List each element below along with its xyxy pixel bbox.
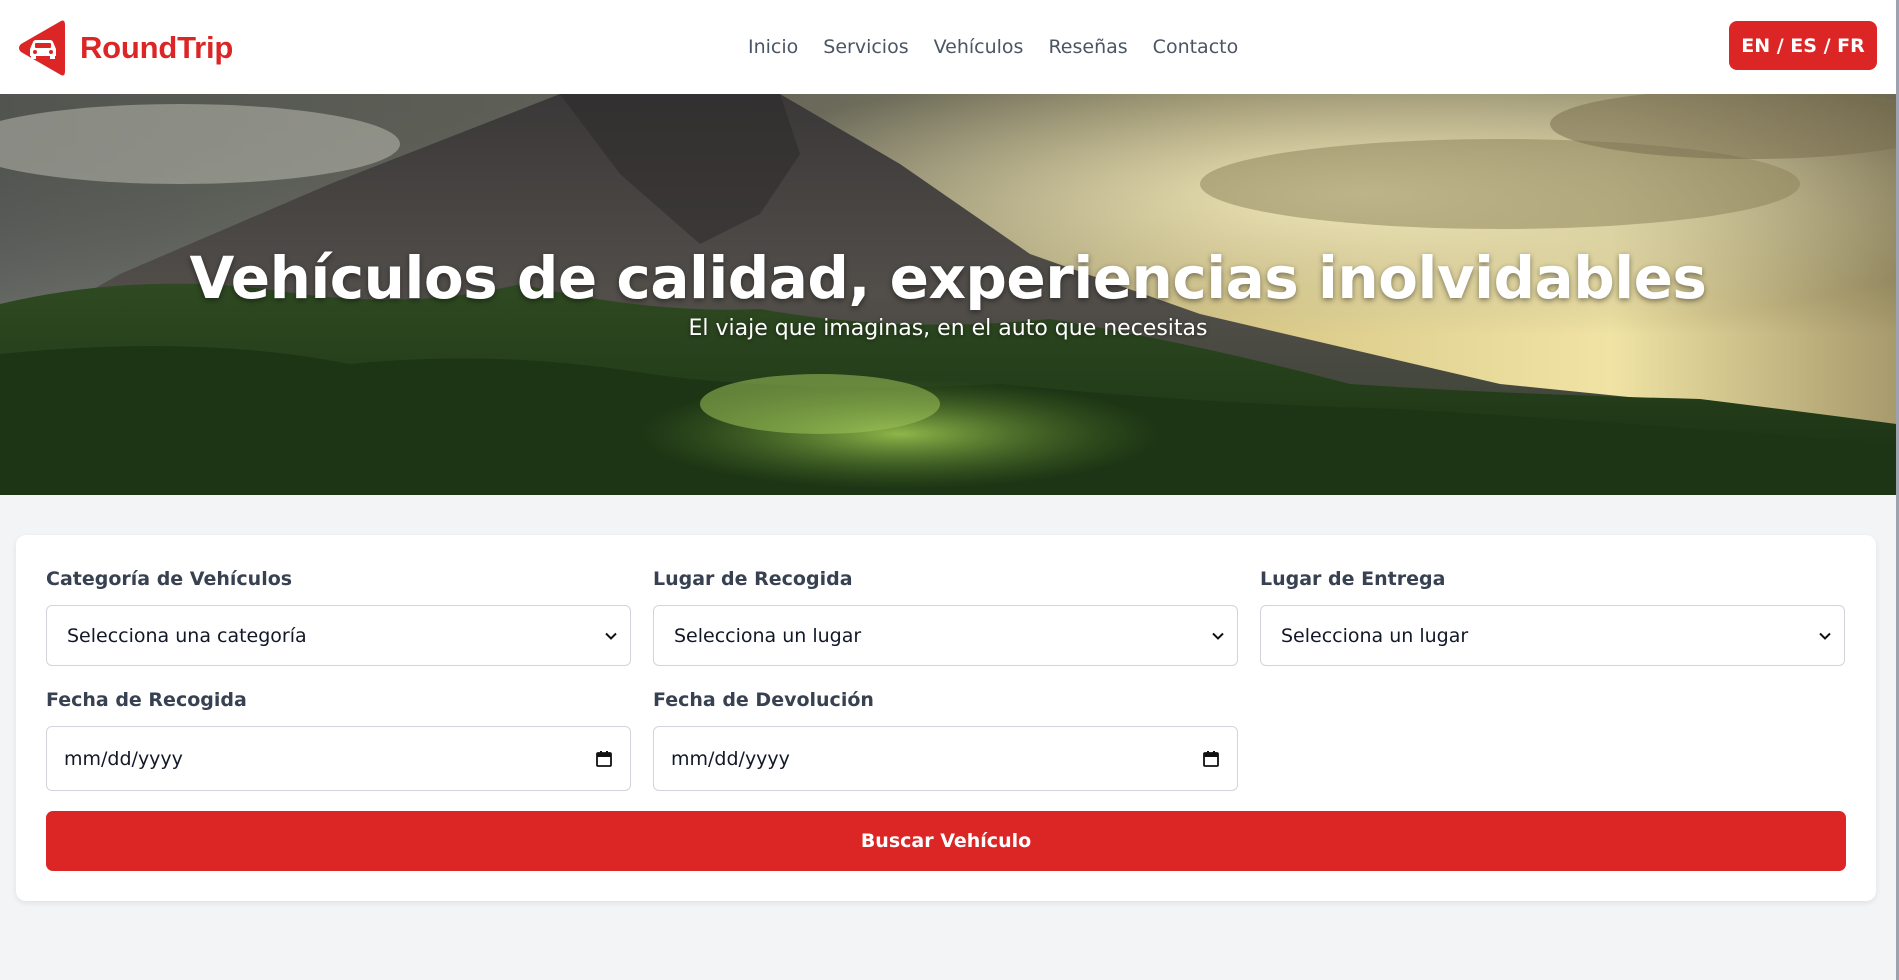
site-header: RoundTrip Inicio Servicios Vehículos Res… bbox=[0, 0, 1899, 94]
hero-banner: Vehículos de calidad, experiencias inolv… bbox=[0, 94, 1896, 495]
dropoff-place-select-value: Selecciona un lugar bbox=[1281, 624, 1469, 647]
calendar-icon[interactable] bbox=[595, 750, 613, 768]
main-nav: Inicio Servicios Vehículos Reseñas Conta… bbox=[748, 32, 1263, 62]
nav-link-servicios[interactable]: Servicios bbox=[823, 32, 908, 62]
return-date-label: Fecha de Devolución bbox=[653, 689, 874, 711]
pickup-date-input[interactable]: mm/dd/yyyy bbox=[46, 726, 631, 791]
nav-link-inicio[interactable]: Inicio bbox=[748, 32, 798, 62]
pickup-date-label: Fecha de Recogida bbox=[46, 689, 247, 711]
hero-title: Vehículos de calidad, experiencias inolv… bbox=[189, 244, 1707, 312]
vehicle-search-form: Categoría de Vehículos Selecciona una ca… bbox=[16, 535, 1876, 901]
pickup-date-placeholder: mm/dd/yyyy bbox=[64, 747, 183, 770]
dropoff-place-label: Lugar de Entrega bbox=[1260, 568, 1446, 590]
chevron-down-icon bbox=[1819, 632, 1831, 640]
category-select-value: Selecciona una categoría bbox=[67, 624, 307, 647]
brand-name: RoundTrip bbox=[80, 30, 234, 65]
search-vehicle-button[interactable]: Buscar Vehículo bbox=[46, 811, 1846, 871]
pickup-place-select-value: Selecciona un lugar bbox=[674, 624, 862, 647]
pickup-place-select[interactable]: Selecciona un lugar bbox=[653, 605, 1238, 666]
hero-subtitle: El viaje que imaginas, en el auto que ne… bbox=[688, 316, 1208, 341]
dropoff-place-select[interactable]: Selecciona un lugar bbox=[1260, 605, 1845, 666]
calendar-icon[interactable] bbox=[1202, 750, 1220, 768]
return-date-placeholder: mm/dd/yyyy bbox=[671, 747, 790, 770]
category-select[interactable]: Selecciona una categoría bbox=[46, 605, 631, 666]
logo[interactable]: RoundTrip bbox=[17, 19, 233, 77]
category-label: Categoría de Vehículos bbox=[46, 568, 293, 590]
pickup-place-label: Lugar de Recogida bbox=[653, 568, 853, 590]
chevron-down-icon bbox=[605, 632, 617, 640]
car-in-triangle-icon bbox=[19, 20, 65, 76]
nav-link-contacto[interactable]: Contacto bbox=[1153, 32, 1239, 62]
return-date-input[interactable]: mm/dd/yyyy bbox=[653, 726, 1238, 791]
language-switcher-button[interactable]: EN / ES / FR bbox=[1729, 21, 1877, 70]
chevron-down-icon bbox=[1212, 632, 1224, 640]
nav-link-vehiculos[interactable]: Vehículos bbox=[934, 32, 1024, 62]
nav-link-resenas[interactable]: Reseñas bbox=[1048, 32, 1127, 62]
